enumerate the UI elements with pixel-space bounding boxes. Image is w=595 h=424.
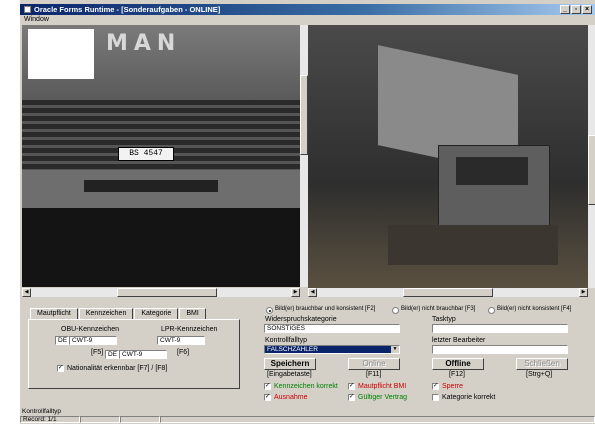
vehicle-panel: Mautpflicht Kennzeichen Kategorie BMI OB…	[22, 296, 260, 396]
widerspruch-label: Widerspruchskategorie	[265, 316, 337, 323]
tasktyp-label: Tasktyp	[432, 316, 456, 323]
close-form-button[interactable]: Schließen	[516, 358, 568, 370]
bearbeiter-field[interactable]	[432, 345, 568, 354]
radio-label-2: Bild(er) nicht brauchbar [F3]	[401, 306, 476, 312]
kennzeichen-korrekt-label: Kennzeichen korrekt	[274, 383, 338, 390]
close-button[interactable]: ×	[582, 5, 592, 14]
close-shortcut: [Strg+Q]	[526, 371, 553, 378]
glare-patch	[28, 29, 94, 79]
lpr-plate-field[interactable]: CWT-9	[157, 336, 205, 345]
menu-window[interactable]: Window	[24, 16, 49, 23]
kontrollfall-label: Kontrollfalltyp	[265, 337, 308, 344]
radio-label-1: Bild(er) brauchbar und konsistent [F2]	[275, 306, 376, 312]
gueltiger-vertrag-label: Gültiger Vertrag	[358, 394, 408, 401]
kontrollfall-value: FALSCHZÄHLER	[267, 346, 318, 353]
radio-nicht-brauchbar[interactable]	[392, 307, 399, 314]
status-cell	[120, 416, 160, 423]
status-cell	[160, 416, 595, 423]
offline-button[interactable]: Offline	[432, 358, 484, 370]
app-window: Oracle Forms Runtime - [Sonderaufgaben -…	[20, 0, 595, 424]
ausnahme-checkbox[interactable]: ✓	[264, 394, 271, 401]
sperre-checkbox[interactable]: ✓	[432, 383, 439, 390]
scroll-thumb[interactable]	[588, 135, 595, 205]
online-shortcut: [F11]	[366, 371, 382, 378]
front-camera-image: MAN BS 4547	[22, 25, 300, 287]
obu-plate-field[interactable]: CWT-9	[69, 336, 117, 345]
app-icon	[24, 6, 31, 13]
status-message: Kontrollfalltyp	[22, 408, 62, 415]
dropdown-arrow-icon[interactable]: ▼	[391, 346, 399, 353]
kategorie-korrekt-checkbox[interactable]	[432, 394, 439, 401]
ground	[388, 225, 558, 265]
edit-plate-field[interactable]: CWT-9	[119, 350, 167, 359]
windshield	[456, 157, 528, 185]
widerspruch-field[interactable]: SONSTIGES	[264, 324, 400, 333]
kennzeichen-tab-content: OBU-Kennzeichen LPR-Kennzeichen DE CWT-9…	[28, 319, 240, 389]
scroll-left-arrow-icon[interactable]: ◀	[308, 288, 317, 297]
right-horizontal-scrollbar[interactable]: ◀ ▶	[308, 288, 588, 297]
nationality-checkbox[interactable]: ✓	[57, 365, 64, 372]
offline-shortcut: [F12]	[449, 371, 465, 378]
bearbeiter-label: letzter Bearbeiter	[432, 337, 486, 344]
brand-logo: MAN	[106, 31, 182, 56]
road	[22, 208, 300, 287]
record-indicator: Record: 1/1	[20, 416, 80, 423]
radio-label-3: Bild(er) nicht konsistent [F4]	[497, 306, 572, 312]
side-camera-image	[308, 25, 588, 288]
tasktyp-field[interactable]	[432, 324, 568, 333]
mautpflicht-bmi-label: Mautpflicht BMI	[358, 383, 407, 390]
scroll-right-arrow-icon[interactable]: ▶	[579, 288, 588, 297]
sperre-label: Sperre	[442, 383, 464, 390]
minimize-button[interactable]: _	[560, 5, 570, 14]
f6-hint: [F6]	[177, 349, 190, 356]
status-cell	[80, 416, 120, 423]
save-button[interactable]: Speichern	[264, 358, 316, 370]
window-title: Oracle Forms Runtime - [Sonderaufgaben -…	[34, 5, 221, 14]
maximize-button[interactable]: ▫	[571, 5, 581, 14]
radio-nicht-konsistent[interactable]	[488, 307, 495, 314]
online-button[interactable]: Online	[348, 358, 400, 370]
save-shortcut: [Eingabetaste]	[267, 371, 312, 378]
scroll-right-arrow-icon[interactable]: ▶	[291, 288, 300, 297]
f5-hint: [F5]	[91, 349, 104, 356]
right-vertical-scrollbar[interactable]	[588, 25, 595, 288]
mautpflicht-bmi-checkbox[interactable]: ✓	[348, 383, 355, 390]
kontrollfall-select[interactable]: FALSCHZÄHLER ▼	[264, 345, 400, 354]
kategorie-korrekt-label: Kategorie korrekt	[442, 394, 496, 401]
lpr-label: LPR-Kennzeichen	[161, 326, 218, 333]
status-bar: Kontrollfalltyp Record: 1/1	[20, 408, 595, 424]
ausnahme-label: Ausnahme	[274, 394, 308, 401]
obu-country-field[interactable]: DE	[55, 336, 69, 345]
nationality-label: Nationalität erkennbar [F7] / [F8]	[67, 365, 168, 372]
obu-label: OBU-Kennzeichen	[61, 326, 119, 333]
record-text: Record: 1/1	[23, 416, 57, 423]
radio-brauchbar-konsistent[interactable]	[266, 307, 273, 314]
license-plate: BS 4547	[118, 147, 174, 161]
menubar: Window	[20, 15, 595, 25]
scroll-thumb[interactable]	[300, 75, 308, 155]
kennzeichen-korrekt-checkbox[interactable]: ✓	[264, 383, 271, 390]
lower-grille	[84, 180, 218, 192]
title-bar: Oracle Forms Runtime - [Sonderaufgaben -…	[20, 4, 595, 15]
scroll-thumb[interactable]	[403, 288, 493, 297]
gueltiger-vertrag-checkbox[interactable]: ✓	[348, 394, 355, 401]
edit-country-field[interactable]: DE	[105, 350, 119, 359]
left-vertical-scrollbar[interactable]	[300, 25, 308, 287]
